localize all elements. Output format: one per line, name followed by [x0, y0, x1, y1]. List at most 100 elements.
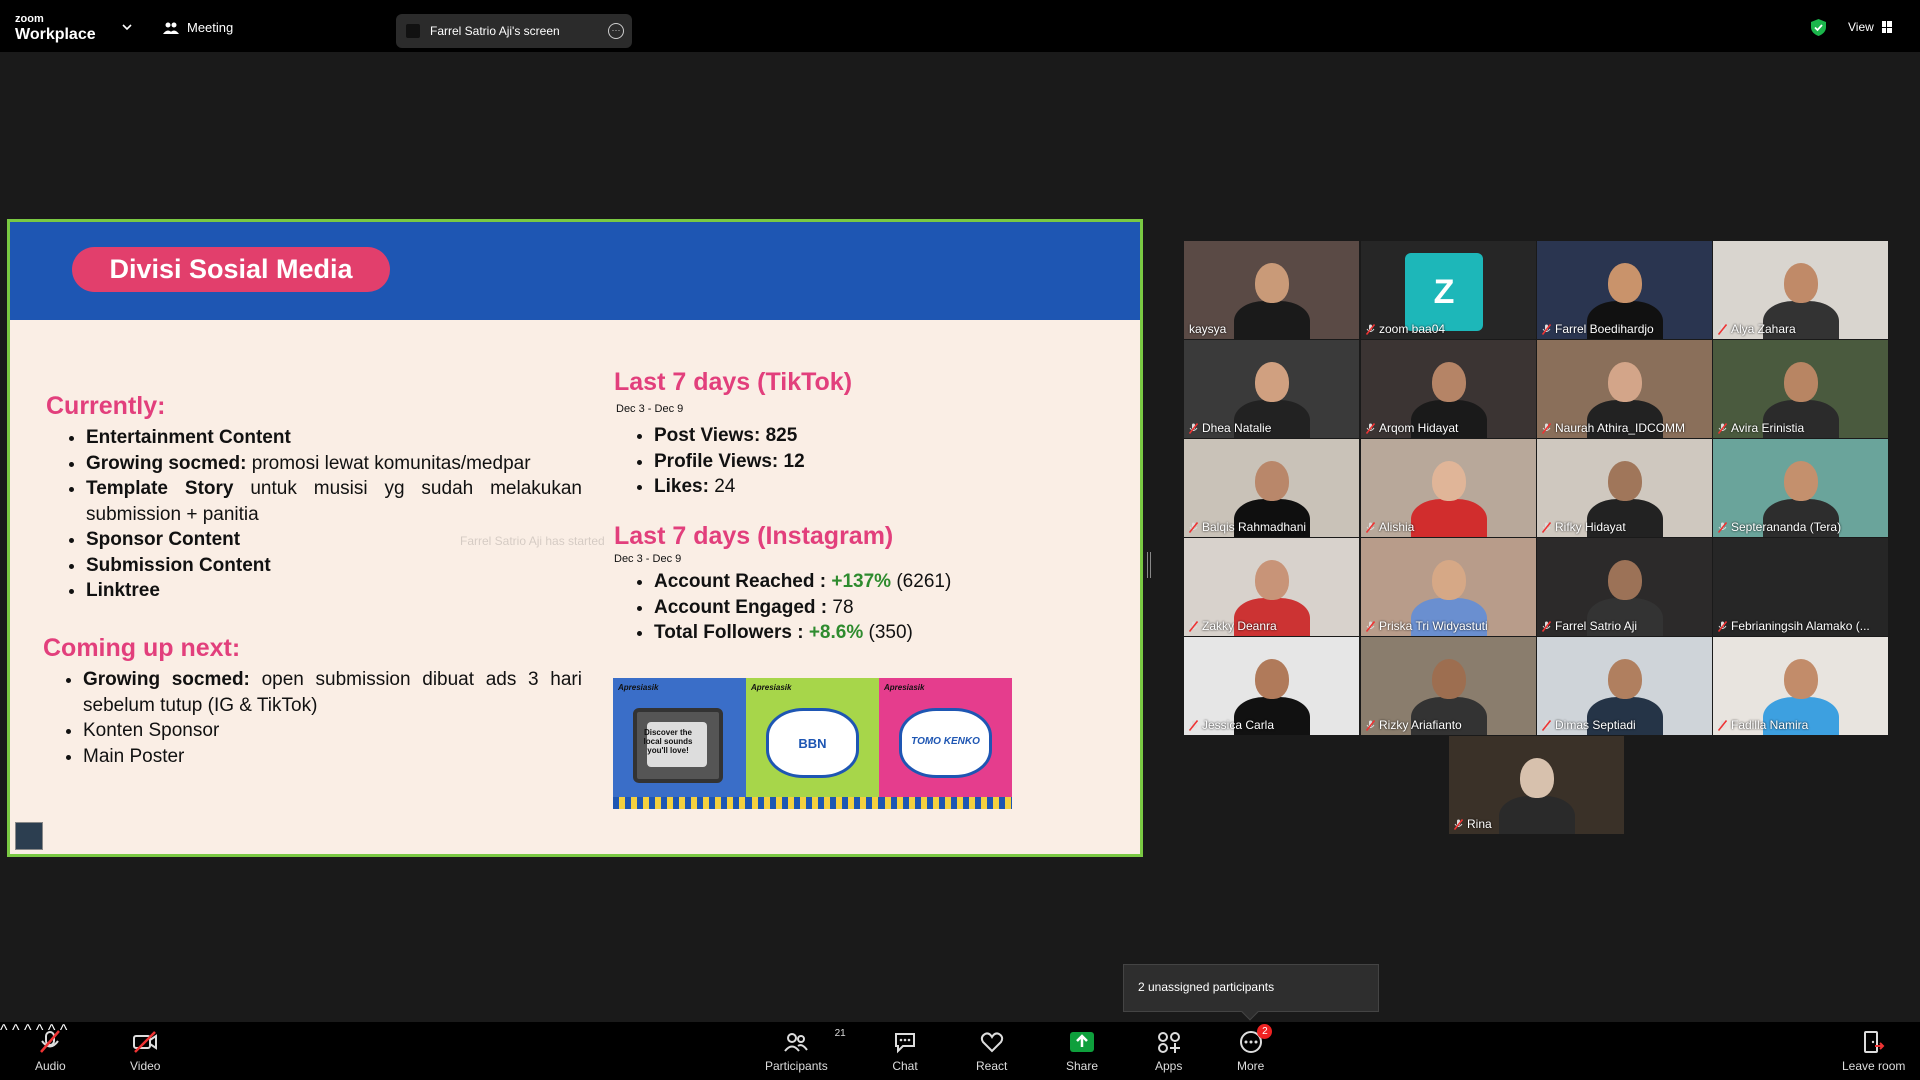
shared-screen-slide: Divisi Sosial Media Farrel Satrio Aji ha…: [7, 219, 1143, 857]
participants-count: 21: [834, 1028, 846, 1039]
participants-button[interactable]: 21 Participants: [765, 1028, 846, 1073]
unassigned-participants-tooltip[interactable]: 2 unassigned participants: [1123, 964, 1379, 1021]
people-icon: [163, 22, 179, 34]
content-thumbnails: Apresiasik Discover the local sounds you…: [613, 678, 1014, 809]
participant-tile[interactable]: Alishia: [1361, 439, 1536, 537]
instagram-stats-list: Account Reached : +137% (6261) Account E…: [614, 569, 1034, 646]
mic-muted-icon: [1189, 422, 1198, 434]
list-item: Template Story untuk musisi yg sudah mel…: [86, 476, 582, 527]
participant-name: Priska Tri Widyastuti: [1379, 619, 1488, 633]
tiktok-stats-list: Post Views: 825 Profile Views: 12 Likes:…: [614, 423, 1034, 500]
audio-button[interactable]: Audio: [35, 1030, 66, 1073]
slide-header: Divisi Sosial Media: [10, 222, 1140, 320]
participant-tile[interactable]: Farrel Boedihardjo: [1537, 241, 1712, 339]
resize-handle[interactable]: [1147, 552, 1151, 578]
mic-muted-icon: [1454, 818, 1463, 830]
react-button[interactable]: React: [976, 1030, 1007, 1073]
participant-tile[interactable]: Balqis Rahmadhani: [1184, 439, 1359, 537]
participant-tile[interactable]: kaysya: [1184, 241, 1359, 339]
screen-share-icon: [406, 24, 420, 38]
thumbnail-bbn: Apresiasik BBN: [746, 678, 879, 809]
list-item: Growing socmed: promosi lewat komunitas/…: [86, 451, 582, 477]
audio-options-caret[interactable]: ^: [0, 1022, 8, 1039]
participant-tile[interactable]: Zzoom baa04: [1361, 241, 1536, 339]
chevron-down-icon[interactable]: [122, 22, 132, 32]
participant-tile[interactable]: Zakky Deanra: [1184, 538, 1359, 636]
mic-muted-icon: [1189, 620, 1198, 632]
logo-top-text: zoom: [15, 13, 44, 25]
participant-tile[interactable]: Arqom Hidayat: [1361, 340, 1536, 438]
participant-name: Dhea Natalie: [1202, 421, 1272, 435]
meeting-toolbar: Audio ^ Video ^ 21 Participants Chat ^ R…: [0, 1022, 1920, 1080]
person-head: [1254, 659, 1289, 699]
participant-tile[interactable]: Alya Zahara: [1713, 241, 1888, 339]
participant-tile[interactable]: Febrianingsih Alamako (...: [1713, 538, 1888, 636]
apps-button[interactable]: Apps: [1155, 1030, 1182, 1073]
mic-muted-icon: [1718, 521, 1727, 533]
participant-name: Farrel Boedihardjo: [1555, 322, 1654, 336]
mic-muted-icon: [1718, 323, 1727, 335]
list-item: Sponsor Content: [86, 527, 582, 553]
video-button[interactable]: Video: [130, 1030, 160, 1073]
avatar: Z: [1405, 253, 1483, 331]
more-button[interactable]: 2 More: [1237, 1024, 1273, 1073]
chat-options-caret[interactable]: ^: [24, 1022, 32, 1039]
tiktok-date-range: Dec 3 - Dec 9: [616, 403, 684, 415]
participant-name: Alya Zahara: [1731, 322, 1796, 336]
participant-name-tag: Dimas Septiadi: [1542, 718, 1636, 732]
meeting-menu[interactable]: Meeting: [163, 20, 233, 35]
participant-tile[interactable]: Priska Tri Widyastuti: [1361, 538, 1536, 636]
grid-view-icon: [1881, 21, 1892, 33]
participant-tile[interactable]: Jessica Carla: [1184, 637, 1359, 735]
participant-tile[interactable]: Septerananda (Tera): [1713, 439, 1888, 537]
participant-name: Farrel Satrio Aji: [1555, 619, 1638, 633]
person-head: [1607, 263, 1642, 303]
zoom-logo[interactable]: zoom Workplace: [15, 14, 96, 43]
more-options-icon[interactable]: ···: [608, 23, 624, 39]
participant-name-tag: Fadilla Namira: [1718, 718, 1808, 732]
participant-tile[interactable]: Rina: [1449, 736, 1624, 834]
list-item: Linktree: [86, 578, 582, 604]
list-item: Entertainment Content: [86, 425, 582, 451]
person-head: [1607, 362, 1642, 402]
person-head: [1254, 263, 1289, 303]
person-silhouette: [1410, 499, 1487, 537]
mic-muted-icon: [1542, 521, 1551, 533]
participant-tile[interactable]: Dimas Septiadi: [1537, 637, 1712, 735]
participant-name-tag: Rifky Hidayat: [1542, 520, 1626, 534]
person-head: [1431, 461, 1466, 501]
participant-name: Alishia: [1379, 520, 1415, 534]
list-item: Profile Views: 12: [654, 449, 1034, 475]
person-silhouette: [1233, 301, 1310, 339]
security-shield-icon[interactable]: [1810, 18, 1827, 37]
leave-room-button[interactable]: Leave room: [1842, 1030, 1905, 1073]
participant-gallery: kaysya Zzoom baa04 Farrel Boedihardjo Alya …: [1184, 241, 1890, 836]
mic-muted-icon: [1542, 422, 1551, 434]
participant-tile[interactable]: Rifky Hidayat: [1537, 439, 1712, 537]
person-head: [1431, 659, 1466, 699]
participant-tile[interactable]: Dhea Natalie: [1184, 340, 1359, 438]
coming-up-list: Growing socmed: open submission dibuat a…: [43, 667, 582, 769]
list-item: Post Views: 825: [654, 423, 1034, 449]
participant-tile[interactable]: Fadilla Namira: [1713, 637, 1888, 735]
list-item: Account Engaged : 78: [654, 595, 1034, 621]
participant-tile[interactable]: Farrel Satrio Aji: [1537, 538, 1712, 636]
list-item: Likes: 24: [654, 474, 1034, 500]
participant-name-tag: Septerananda (Tera): [1718, 520, 1841, 534]
video-options-caret[interactable]: ^: [12, 1022, 20, 1039]
participant-name: Rifky Hidayat: [1555, 520, 1626, 534]
share-button[interactable]: Share: [1066, 1030, 1098, 1073]
person-head: [1431, 362, 1466, 402]
person-head: [1783, 659, 1818, 699]
participant-name-tag: Farrel Satrio Aji: [1542, 619, 1637, 633]
shared-screen-pill[interactable]: Farrel Satrio Aji's screen ···: [396, 14, 632, 48]
view-button[interactable]: View: [1848, 20, 1892, 34]
shared-screen-label: Farrel Satrio Aji's screen: [430, 24, 560, 38]
participant-tile[interactable]: Rizky Ariafianto: [1361, 637, 1536, 735]
coming-up-section: Coming up next: Growing socmed: open sub…: [43, 634, 582, 769]
chat-icon: [895, 1033, 915, 1054]
participant-tile[interactable]: Naurah Athira_IDCOMM: [1537, 340, 1712, 438]
participant-tile[interactable]: Avira Erinistia: [1713, 340, 1888, 438]
person-head: [1519, 758, 1554, 798]
chat-button[interactable]: Chat: [892, 1030, 918, 1073]
